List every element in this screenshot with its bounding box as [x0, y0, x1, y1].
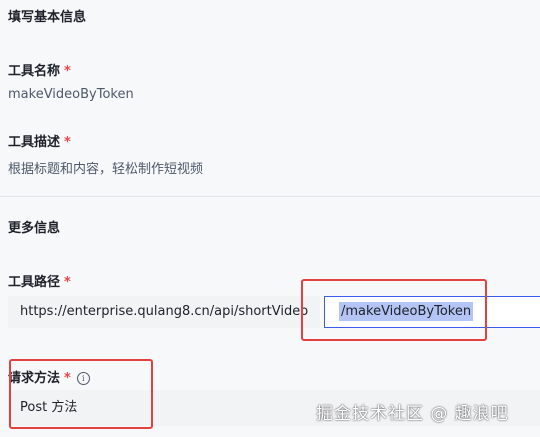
path-prefix-addon: https://enterprise.qulang8.cn/api/shortV…	[8, 296, 320, 328]
required-mark: *	[64, 275, 71, 290]
tool-desc-label: 工具描述 *	[8, 131, 71, 150]
required-mark: *	[64, 64, 71, 79]
section-title-more: 更多信息	[8, 221, 61, 236]
tool-name-value: makeVideoByToken	[8, 87, 134, 102]
tool-desc-value: 根据标题和内容，轻松制作短视频	[8, 162, 204, 177]
annotation-box-method	[9, 359, 153, 429]
watermark: 掘金技术社区 @ 趣浪吧	[316, 404, 509, 424]
required-mark: *	[64, 135, 71, 150]
tool-path-label-text: 工具路径	[8, 275, 61, 290]
section-divider	[0, 196, 540, 197]
tool-name-label-text: 工具名称	[8, 64, 61, 79]
tool-path-label: 工具路径 *	[8, 271, 71, 290]
section-title-basic: 填写基本信息	[8, 10, 87, 25]
annotation-box-path	[301, 279, 487, 341]
tool-name-label: 工具名称 *	[8, 60, 71, 79]
tool-desc-label-text: 工具描述	[8, 135, 61, 150]
